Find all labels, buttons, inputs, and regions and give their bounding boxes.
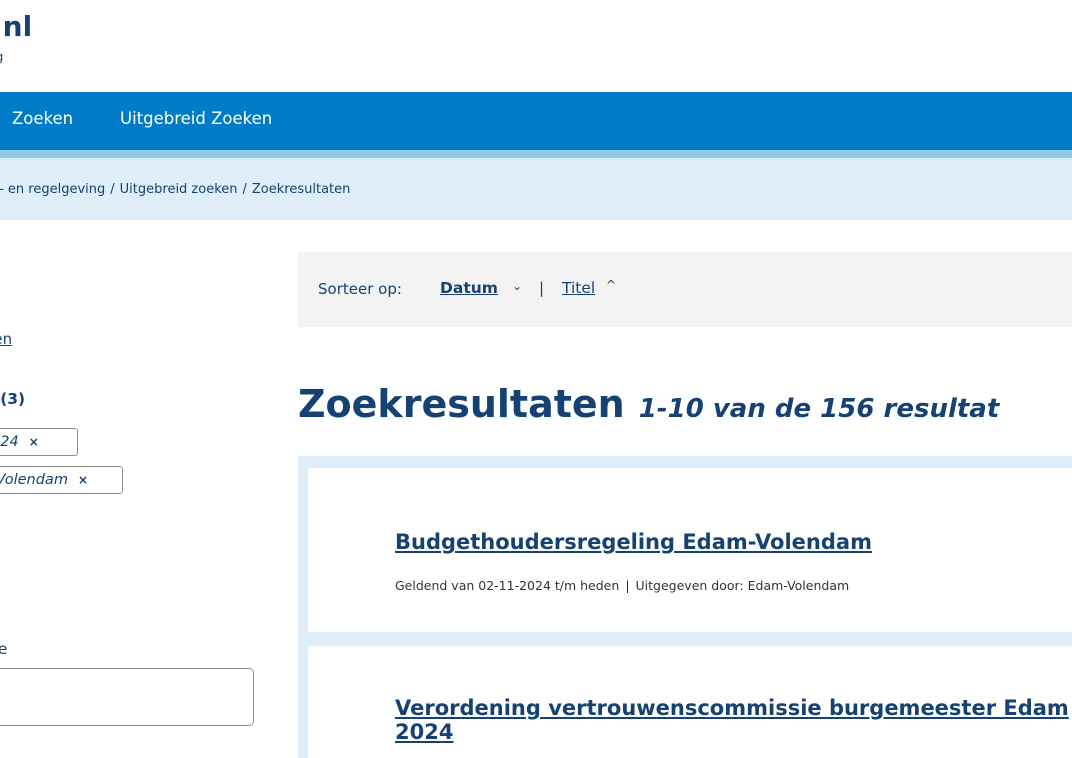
code-input[interactable] [0, 668, 254, 726]
logo-text: .nl [0, 10, 32, 44]
breadcrumb: et- en regelgeving / Uitgebreid zoeken / Zoe… [0, 158, 1072, 220]
filter-chip-label: 024 [0, 434, 19, 450]
breadcrumb-item-uitgebreid-zoeken[interactable]: Uitgebreid zoeken [120, 182, 238, 197]
nav-item-uitgebreid-zoeken[interactable]: Uitgebreid Zoeken [120, 92, 272, 150]
nav-accent-stripe [0, 150, 1072, 158]
filter-chip-label: -Volendam [0, 472, 68, 488]
result-validity: Geldend van 02-11-2024 t/m heden [395, 578, 620, 593]
result-title-link[interactable]: Verordening vertrouwenscommissie burgeme… [395, 696, 1072, 744]
result-title-link[interactable]: Budgethoudersregeling Edam-Volendam [395, 530, 872, 554]
breadcrumb-item-wet-en-regelgeving[interactable]: et- en regelgeving [0, 182, 105, 197]
sort-option-datum[interactable]: Datum [440, 279, 498, 297]
breadcrumb-separator: / [110, 182, 115, 197]
main-navigation: Zoeken Uitgebreid Zoeken [0, 92, 1072, 150]
results-list: Budgethoudersregeling Edam-Volendam Geld… [298, 456, 1072, 758]
close-icon[interactable]: × [78, 473, 88, 487]
breadcrumb-trail: et- en regelgeving / Uitgebreid zoeken / Zoe… [0, 182, 350, 197]
results-title: Zoekresultaten [298, 382, 625, 426]
field-label-code: code [0, 640, 8, 658]
active-filters-label: ters (3) [0, 390, 26, 408]
sort-label: Sorteer op: [318, 280, 402, 298]
reset-filters-link[interactable]: rstellen [0, 330, 12, 348]
result-meta: Geldend van 02-11-2024 t/m heden | Uitgege… [395, 578, 849, 593]
meta-separator: | [625, 578, 630, 593]
close-icon[interactable]: × [29, 435, 39, 449]
result-item: Verordening vertrouwenscommissie burgeme… [308, 646, 1072, 758]
breadcrumb-separator: / [242, 182, 247, 197]
results-count: 1-10 van de 156 resultat [638, 394, 1000, 424]
sort-option-titel[interactable]: Titel [562, 279, 595, 297]
results-heading: Zoekresultaten 1-10 van de 156 resultat [298, 382, 999, 426]
logo-domain: nl [2, 10, 33, 43]
chevron-up-icon[interactable]: ^ [606, 278, 616, 292]
site-logo[interactable]: .nl ng [0, 10, 40, 64]
breadcrumb-item-current: Zoekresultaten [251, 182, 351, 197]
result-publisher: Uitgegeven door: Edam-Volendam [635, 578, 850, 593]
result-item: Budgethoudersregeling Edam-Volendam Geld… [308, 468, 1072, 632]
filter-chip-date[interactable]: 024 × [0, 428, 78, 456]
chevron-down-icon[interactable]: ⌄ [512, 279, 522, 293]
sort-separator: | [539, 279, 545, 297]
filter-chip-organisation[interactable]: -Volendam × [0, 466, 123, 494]
logo-subtitle: ng [0, 50, 28, 64]
nav-item-zoeken[interactable]: Zoeken [12, 92, 73, 150]
sort-bar: Sorteer op: Datum ⌄ | Titel ^ [298, 252, 1072, 327]
